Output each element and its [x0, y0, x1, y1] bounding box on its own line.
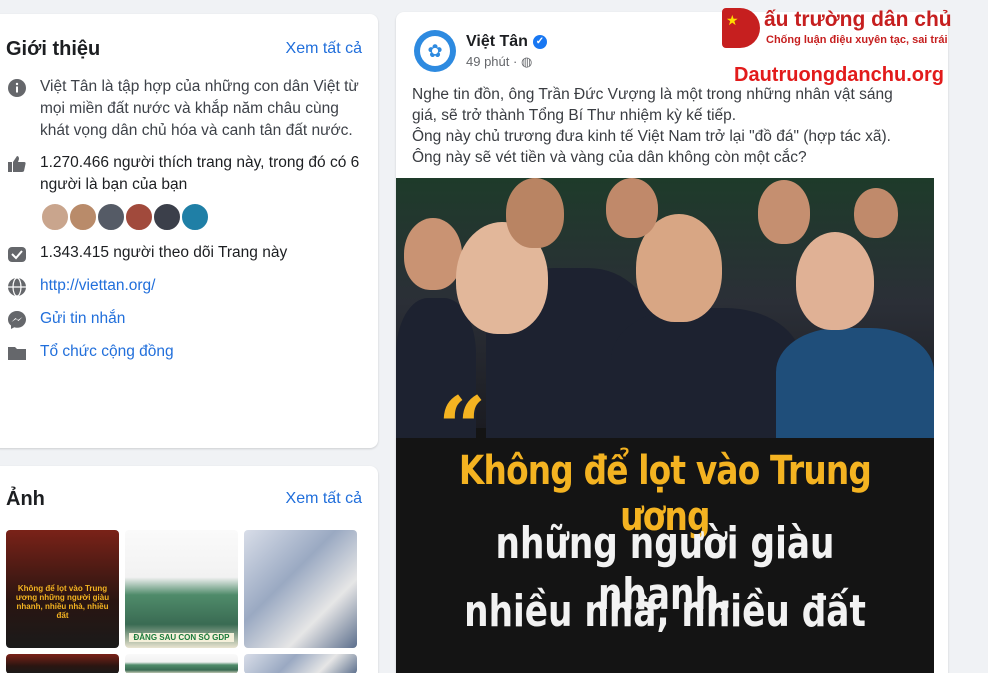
photo-grid: Không để lọt vào Trung ương những người …	[6, 530, 362, 673]
watermark-url: Dautruongdanchu.org	[734, 64, 944, 86]
photo-thumbnail[interactable]	[244, 654, 357, 673]
follow-check-icon	[6, 243, 28, 265]
friend-avatar[interactable]	[124, 202, 154, 232]
folder-icon	[6, 342, 28, 364]
likes-text: 1.270.466 người thích trang này, trong đ…	[40, 154, 360, 193]
photos-title: Ảnh	[6, 487, 45, 510]
star-icon: ★	[726, 12, 739, 28]
globe-icon	[6, 276, 28, 298]
friend-avatars	[40, 202, 362, 232]
intro-header: Giới thiệu Xem tất cả	[6, 32, 362, 66]
post-meta: Việt Tân ✓ 49 phút · ◍	[466, 33, 547, 70]
friend-avatar[interactable]	[152, 202, 182, 232]
post-text: Nghe tin đồn, ông Trần Đức Vượng là một …	[412, 84, 932, 168]
lotus-icon: ✿	[420, 36, 450, 66]
post-time[interactable]: 49 phút ·	[466, 54, 521, 69]
photo-thumbnail[interactable]	[125, 654, 238, 673]
public-globe-icon: ◍	[520, 53, 533, 69]
post-card: ✿ Việt Tân ✓ 49 phút · ◍ Nghe tin đồn, ô…	[396, 12, 948, 673]
logo-d-mark: ★	[722, 8, 760, 48]
image-headline-3: nhiều nhà, nhiều đất	[464, 586, 866, 637]
intro-see-all-link[interactable]: Xem tất cả	[286, 40, 362, 58]
post-text-line: giá, sẽ trở thành Tổng Bí Thư nhiệm kỳ k…	[412, 107, 737, 124]
post-image[interactable]: “ Không để lọt vào Trung ương những ngườ…	[396, 178, 934, 673]
photo-caption: Không để lọt vào Trung ương những người …	[15, 584, 110, 620]
watermark-title: ấu trường dân chủ	[764, 8, 952, 31]
photo-thumbnail[interactable]	[6, 654, 119, 673]
post-text-line: Ông này chủ trương đưa kinh tế Việt Nam …	[412, 128, 891, 145]
friend-avatar[interactable]	[180, 202, 210, 232]
photos-card: Ảnh Xem tất cả Không để lọt vào Trung ươ…	[0, 466, 378, 673]
info-icon	[6, 77, 28, 99]
page-avatar[interactable]: ✿	[414, 30, 456, 72]
thumbs-up-icon	[6, 153, 28, 175]
photo-thumbnail[interactable]: Không để lọt vào Trung ương những người …	[6, 530, 119, 648]
friend-avatar[interactable]	[96, 202, 126, 232]
followers-text: 1.343.415 người theo dõi Trang này	[40, 244, 288, 261]
followers-row: 1.343.415 người theo dõi Trang này	[6, 242, 362, 265]
verified-icon: ✓	[532, 34, 547, 49]
post-text-line: Nghe tin đồn, ông Trần Đức Vượng là một …	[412, 86, 893, 103]
post-header: ✿ Việt Tân ✓ 49 phút · ◍	[414, 30, 547, 72]
likes-row: 1.270.466 người thích trang này, trong đ…	[6, 152, 362, 196]
intro-description-row: Việt Tân là tập hợp của những con dân Vi…	[6, 76, 362, 142]
intro-description: Việt Tân là tập hợp của những con dân Vi…	[40, 78, 359, 139]
watermark-logo: ★ ấu trường dân chủ Chống luận điệu xuyê…	[722, 8, 980, 56]
intro-title: Giới thiệu	[6, 37, 101, 60]
send-message-link[interactable]: Gửi tin nhắn	[40, 308, 125, 330]
watermark-subtitle: Chống luận điệu xuyên tạc, sai trái	[766, 34, 948, 46]
category-row: Tổ chức cộng đồng	[6, 341, 362, 364]
website-row: http://viettan.org/	[6, 275, 362, 298]
photo-caption: ĐẰNG SAU CON SỐ GDP	[129, 633, 234, 642]
friend-avatar[interactable]	[40, 202, 70, 232]
photos-see-all-link[interactable]: Xem tất cả	[286, 490, 362, 508]
post-time-row: 49 phút · ◍	[466, 54, 547, 70]
page-name[interactable]: Việt Tân	[466, 33, 528, 51]
messenger-icon	[6, 309, 28, 331]
intro-card: Giới thiệu Xem tất cả Việt Tân là tập hợ…	[0, 14, 378, 448]
website-link[interactable]: http://viettan.org/	[40, 275, 155, 297]
photo-thumbnail[interactable]	[244, 530, 357, 648]
post-text-line: Ông này sẽ vét tiền và vàng của dân khôn…	[412, 149, 807, 166]
friend-avatar[interactable]	[68, 202, 98, 232]
message-row: Gửi tin nhắn	[6, 308, 362, 331]
page-name-row: Việt Tân ✓	[466, 33, 547, 51]
category-link[interactable]: Tổ chức cộng đồng	[40, 341, 174, 363]
photos-header: Ảnh Xem tất cả	[6, 482, 362, 516]
photo-thumbnail[interactable]: ĐẰNG SAU CON SỐ GDP	[125, 530, 238, 648]
